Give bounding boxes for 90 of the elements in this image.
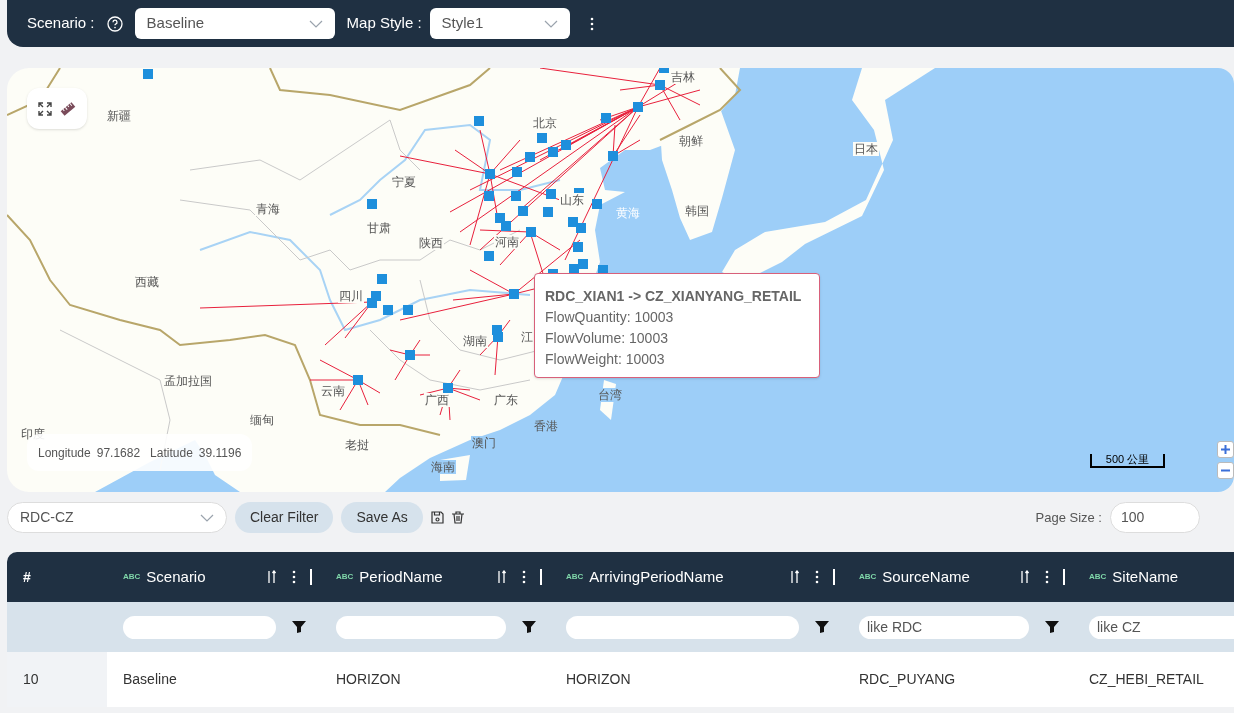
longitude-label: Longitude bbox=[38, 444, 91, 462]
chevron-down-icon bbox=[308, 19, 323, 28]
filter-icon[interactable] bbox=[815, 621, 829, 633]
sort-icon[interactable] bbox=[497, 570, 506, 584]
table-cell-text: CZ_HEBI_RETAIL bbox=[1088, 670, 1205, 689]
filter-icon[interactable] bbox=[1045, 621, 1059, 633]
sort-icon[interactable] bbox=[267, 570, 276, 584]
view-dropdown[interactable]: RDC-CZ bbox=[7, 502, 227, 533]
trash-icon[interactable] bbox=[451, 511, 464, 524]
column-header: # bbox=[22, 567, 32, 587]
page-size-label: Page Size : bbox=[1035, 508, 1102, 527]
toolbar-button[interactable]: Clear Filter bbox=[235, 502, 334, 533]
scenario-label: Scenario : bbox=[27, 13, 95, 34]
row-number-cell: 10 bbox=[7, 652, 107, 707]
table-cell-text: HORIZON bbox=[565, 670, 632, 689]
filter-icon[interactable] bbox=[522, 621, 536, 633]
table-cell-text: Baseline bbox=[122, 670, 178, 689]
column-filter-field[interactable] bbox=[566, 615, 799, 639]
place-label: 吉林 bbox=[670, 70, 696, 84]
place-label: 江 bbox=[520, 330, 534, 344]
column-menu-icon[interactable] bbox=[292, 570, 296, 584]
tooltip-line: FlowQuantity: 10003 bbox=[545, 308, 675, 327]
place-label: 宁夏 bbox=[391, 175, 417, 189]
more-icon[interactable] bbox=[589, 16, 594, 31]
column-header[interactable]: PeriodName bbox=[359, 565, 443, 589]
scale-bar: 500 公里 bbox=[1090, 454, 1165, 468]
column-menu-icon[interactable] bbox=[1045, 570, 1049, 584]
place-label: 香港 bbox=[533, 419, 559, 433]
place-label: 海南 bbox=[430, 460, 456, 474]
place-label: 陕西 bbox=[418, 236, 444, 250]
type-tag: ABC bbox=[1089, 571, 1107, 583]
type-tag: ABC bbox=[859, 571, 877, 583]
place-label: 北京 bbox=[532, 116, 558, 130]
map-style-label: Map Style : bbox=[346, 13, 422, 34]
column-header[interactable]: ArrivingPeriodName bbox=[589, 565, 724, 589]
tooltip-line: FlowVolume: 10003 bbox=[545, 329, 669, 348]
column-filter-field[interactable] bbox=[123, 615, 276, 639]
type-tag: ABC bbox=[123, 571, 141, 583]
zoom-in-button[interactable] bbox=[1217, 441, 1234, 458]
place-label: 孟加拉国 bbox=[163, 374, 213, 388]
filter-icon[interactable] bbox=[292, 621, 306, 633]
place-label: 四川 bbox=[338, 289, 364, 303]
place-label: 缅甸 bbox=[249, 413, 275, 427]
column-header[interactable]: Scenario bbox=[146, 565, 206, 589]
type-tag: ABC bbox=[336, 571, 354, 583]
table-cell-text: RDC_PUYANG bbox=[858, 670, 957, 689]
place-label: 澳门 bbox=[471, 436, 497, 450]
tooltip-line: FlowWeight: 10003 bbox=[545, 350, 666, 369]
chevron-down-icon bbox=[543, 19, 558, 28]
place-label: 朝鲜 bbox=[678, 134, 704, 148]
table-cell-text: HORIZON bbox=[335, 670, 402, 689]
column-filter-field[interactable]: like CZ bbox=[1089, 615, 1234, 639]
place-label: 西藏 bbox=[134, 275, 160, 289]
place-label: 韩国 bbox=[684, 204, 710, 218]
place-label: 甘肃 bbox=[366, 221, 392, 235]
toolbar-button[interactable]: Save As bbox=[341, 502, 423, 533]
place-label: 日本 bbox=[853, 142, 879, 156]
place-label: 山东 bbox=[559, 193, 585, 207]
column-filter-field[interactable] bbox=[336, 615, 506, 639]
place-label: 青海 bbox=[255, 202, 281, 216]
place-label: 黄海 bbox=[615, 206, 641, 220]
longitude-value: 97.1682 bbox=[96, 444, 141, 462]
sort-icon[interactable] bbox=[1020, 570, 1029, 584]
place-label: 台湾 bbox=[597, 388, 623, 402]
type-tag: ABC bbox=[566, 571, 584, 583]
latitude-label: Latitude bbox=[150, 444, 193, 462]
place-label: 广东 bbox=[493, 393, 519, 407]
page-size-field[interactable]: 100 bbox=[1110, 502, 1200, 533]
help-icon[interactable] bbox=[106, 15, 123, 32]
latitude-value: 39.1196 bbox=[198, 444, 242, 462]
map-style-dropdown[interactable]: Style1 bbox=[429, 8, 570, 39]
expand-icon[interactable] bbox=[38, 101, 52, 116]
place-label: 湖南 bbox=[462, 334, 488, 348]
column-header[interactable]: SiteName bbox=[1112, 565, 1179, 589]
place-label: 广西 bbox=[424, 393, 450, 407]
save-icon[interactable] bbox=[430, 511, 444, 524]
sort-icon[interactable] bbox=[790, 570, 799, 584]
tooltip-title: RDC_XIAN1 -> CZ_XIANYANG_RETAIL bbox=[545, 287, 803, 306]
chevron-down-icon bbox=[200, 513, 214, 522]
place-label: 云南 bbox=[320, 384, 346, 398]
column-filter-field[interactable]: like RDC bbox=[859, 615, 1029, 639]
column-header[interactable]: SourceName bbox=[882, 565, 970, 589]
place-label: 老挝 bbox=[344, 438, 370, 452]
column-menu-icon[interactable] bbox=[815, 570, 819, 584]
scenario-dropdown[interactable]: Baseline bbox=[134, 8, 335, 39]
column-menu-icon[interactable] bbox=[522, 570, 526, 584]
zoom-out-button[interactable] bbox=[1217, 462, 1234, 479]
place-label: 河南 bbox=[494, 235, 520, 249]
place-label: 新疆 bbox=[106, 109, 132, 123]
plus-icon bbox=[1221, 445, 1230, 454]
